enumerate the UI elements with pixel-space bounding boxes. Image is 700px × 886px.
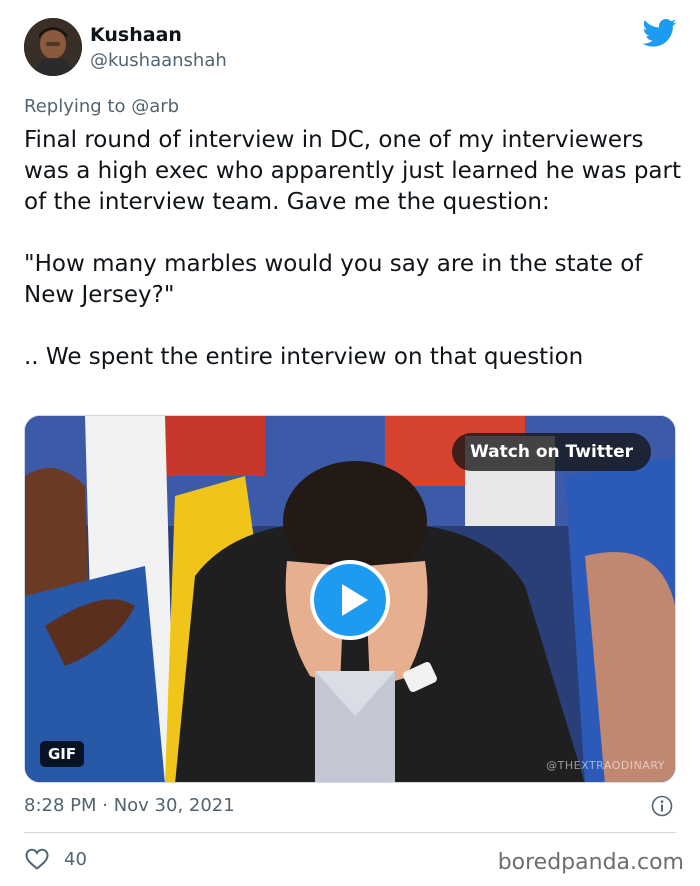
media-watermark: @THEXTRAODINARY [546, 759, 665, 772]
divider [24, 832, 676, 833]
source-watermark: boredpanda.com [497, 850, 684, 875]
info-icon[interactable] [651, 795, 673, 817]
like-count: 40 [64, 849, 87, 870]
replying-to: Replying to @arb [24, 96, 179, 117]
replying-to-prefix: Replying to [24, 96, 126, 117]
gif-media[interactable]: Watch on Twitter GIF @THEXTRAODINARY [24, 415, 676, 783]
tweet-paragraph: Final round of interview in DC, one of m… [24, 127, 681, 215]
watch-on-twitter-button[interactable]: Watch on Twitter [452, 433, 651, 471]
tweet-timestamp[interactable]: 8:28 PM · Nov 30, 2021 [24, 795, 235, 816]
heart-icon[interactable] [24, 847, 50, 871]
play-button[interactable] [310, 560, 390, 640]
play-icon [342, 584, 368, 616]
reply-mention-link[interactable]: @arb [131, 96, 179, 117]
tweet-text: Final round of interview in DC, one of m… [24, 125, 684, 373]
avatar[interactable] [24, 18, 82, 76]
tweet-paragraph: .. We spent the entire interview on that… [24, 344, 584, 370]
twitter-bird-icon[interactable] [643, 18, 677, 48]
author-handle[interactable]: @kushaanshah [90, 50, 227, 71]
gif-badge: GIF [40, 741, 85, 767]
avatar-image [24, 18, 82, 76]
tweet-paragraph: "How many marbles would you say are in t… [24, 251, 643, 308]
author-name[interactable]: Kushaan [90, 24, 182, 46]
